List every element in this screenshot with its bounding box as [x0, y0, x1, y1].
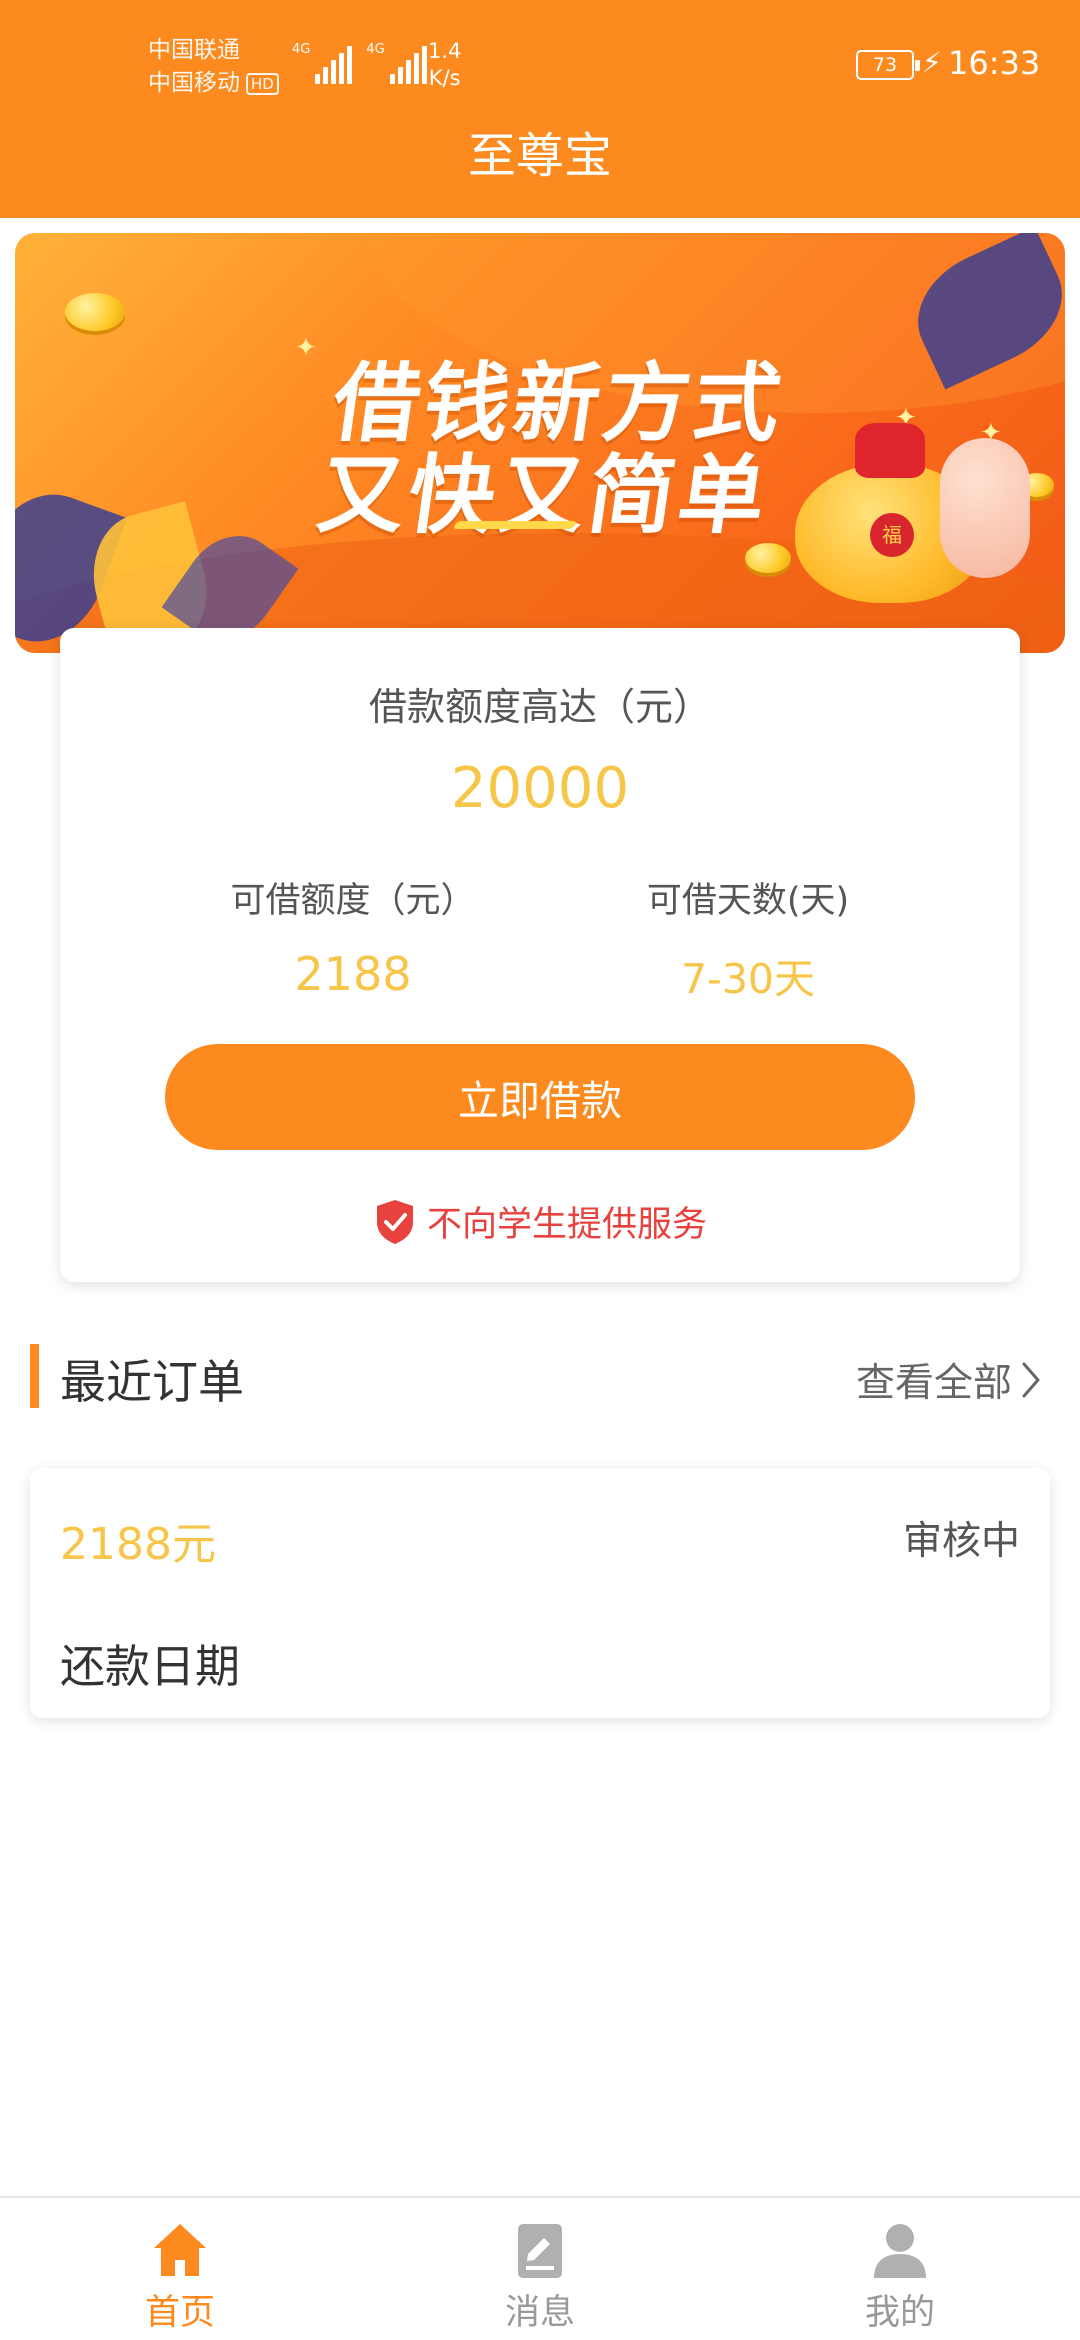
view-all-link[interactable]: 查看全部 — [856, 1352, 1042, 1408]
repay-date-label: 还款日期 — [60, 1640, 241, 1693]
app-header: 中国联通 中国移动 HD 4G 4G 1.4 K/s 73 ⚡ 16:33 至尊宝 — [0, 0, 1080, 218]
network-speed: 1.4 K/s — [428, 38, 461, 92]
net-speed-unit: K/s — [428, 66, 461, 90]
banner-headline-2: 又快又简单 — [311, 446, 776, 546]
home-icon — [154, 2224, 206, 2276]
tab-home-label: 首页 — [144, 2293, 215, 2333]
max-limit-value: 20000 — [450, 756, 630, 821]
sparkle-icon: ✦ — [295, 333, 317, 363]
recent-orders-title: 最近订单 — [60, 1355, 244, 1409]
available-amount: 可借额度（元） 2188 — [163, 872, 543, 1001]
tab-messages[interactable]: 消息 — [360, 2198, 720, 2340]
bag-tag: 福 — [870, 513, 914, 557]
tab-profile[interactable]: 我的 — [720, 2198, 1080, 2340]
charging-icon: ⚡ — [922, 46, 942, 79]
max-limit-label: 借款额度高达（元） — [368, 685, 711, 729]
message-icon — [518, 2224, 562, 2278]
order-card[interactable]: 2188元 审核中 还款日期 — [30, 1468, 1050, 1718]
page-title: 至尊宝 — [467, 128, 612, 184]
order-status: 审核中 — [902, 1519, 1020, 1564]
signal-2-tag: 4G — [366, 42, 385, 57]
available-amount-value: 2188 — [294, 947, 412, 1001]
net-speed-value: 1.4 — [428, 39, 462, 63]
status-time: 16:33 — [948, 44, 1041, 82]
loan-days-value: 7-30天 — [680, 955, 816, 1003]
notice-text: 不向学生提供服务 — [426, 1205, 707, 1245]
profile-icon — [874, 2224, 926, 2278]
tab-profile-label: 我的 — [864, 2293, 935, 2333]
chevron-right-icon — [1022, 1362, 1040, 1398]
carrier-1: 中国联通 — [148, 37, 240, 63]
view-all-label: 查看全部 — [855, 1361, 1012, 1406]
promo-banner[interactable]: ✦ ✦ ✦ 借钱新方式 又快又简单 福 — [15, 233, 1065, 653]
shield-check-icon — [376, 1199, 413, 1244]
section-accent-bar — [30, 1344, 39, 1408]
carrier-info: 中国联通 中国移动 HD — [148, 34, 279, 100]
signal-icon: 4G — [366, 42, 427, 84]
signal-indicators: 4G 4G — [292, 42, 427, 84]
tab-home[interactable]: 首页 — [0, 2198, 360, 2340]
loan-days: 可借天数(天) 7-30天 — [558, 872, 938, 1005]
coin-icon — [65, 293, 125, 331]
borrow-now-button[interactable]: 立即借款 — [165, 1044, 915, 1150]
order-amount: 2188元 — [60, 1519, 216, 1570]
battery-icon: 73 — [856, 50, 920, 80]
signal-1-tag: 4G — [292, 42, 311, 57]
available-amount-label: 可借额度（元） — [230, 881, 476, 921]
student-notice: 不向学生提供服务 — [60, 1196, 1020, 1247]
hd-badge: HD — [246, 72, 279, 95]
loan-days-label: 可借天数(天) — [646, 881, 850, 921]
status-bar: 中国联通 中国移动 HD 4G 4G 1.4 K/s 73 ⚡ 16:33 — [0, 0, 1080, 110]
piggy-icon — [940, 438, 1030, 578]
loan-card: 借款额度高达（元） 20000 可借额度（元） 2188 可借天数(天) 7-3… — [60, 628, 1020, 1282]
bottom-tab-bar: 首页 消息 我的 — [0, 2196, 1080, 2340]
signal-icon: 4G — [292, 42, 353, 84]
carrier-2: 中国移动 — [148, 70, 240, 96]
tab-messages-label: 消息 — [504, 2293, 575, 2333]
